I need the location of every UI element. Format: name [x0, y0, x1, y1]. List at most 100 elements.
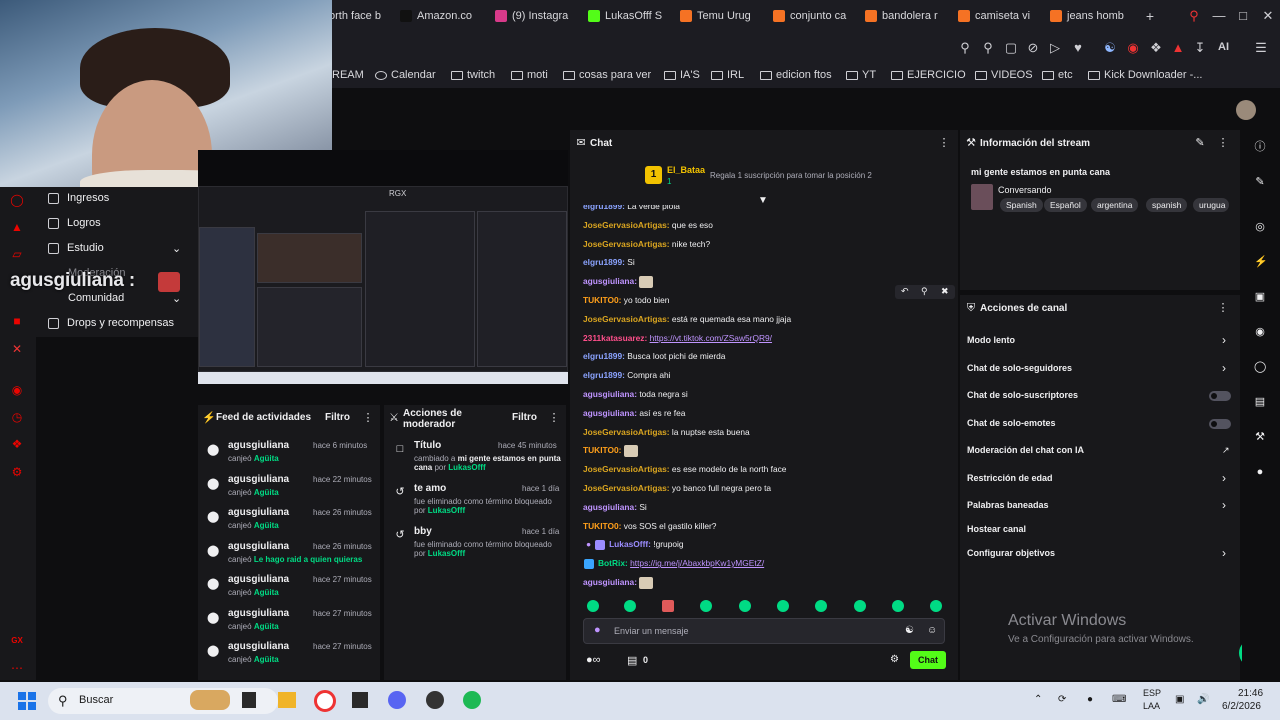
- task-view-icon[interactable]: [242, 692, 256, 708]
- zoom-icon[interactable]: ⚲: [958, 41, 972, 55]
- volume-icon[interactable]: 🔊: [1197, 694, 1209, 705]
- channel-action[interactable]: Chat de solo-suscriptores: [967, 390, 1078, 400]
- browser-tab[interactable]: Amazon.co: [400, 5, 482, 27]
- activity-filter-button[interactable]: Filtro: [325, 412, 350, 423]
- bookmark-item[interactable]: Calendar: [375, 69, 436, 81]
- ai-button[interactable]: AI: [1218, 41, 1229, 53]
- chat-link[interactable]: https://ig.me/j/AbaxkbpKw1yMGEtZ/: [630, 558, 764, 568]
- channel-action[interactable]: Modo lento: [967, 335, 1015, 345]
- toggle-switch[interactable]: [1209, 391, 1231, 401]
- stream-tag[interactable]: Español: [1044, 198, 1087, 212]
- translate-icon[interactable]: ☯: [905, 625, 914, 636]
- mod-user[interactable]: LukasOfff: [428, 549, 465, 558]
- keyboard-icon[interactable]: ⌨: [1112, 694, 1126, 705]
- stream-tag[interactable]: Spanish: [1000, 198, 1043, 212]
- chat-username[interactable]: JoseGervasioArtigas:: [583, 464, 670, 474]
- chat-username[interactable]: BotRix:: [598, 558, 628, 568]
- chevron-right-icon[interactable]: ›: [1222, 471, 1226, 485]
- users-icon[interactable]: ●: [1254, 466, 1266, 478]
- activity-user[interactable]: agusgiuliana: [228, 474, 289, 485]
- chevron-right-icon[interactable]: ›: [1222, 498, 1226, 512]
- emote-button[interactable]: [815, 600, 827, 612]
- rail-more-icon[interactable]: ⋯: [10, 661, 24, 675]
- search-icon[interactable]: ⚲: [1187, 9, 1201, 23]
- close-window-icon[interactable]: ✕: [1261, 9, 1275, 23]
- bookmark-item[interactable]: VIDEOS: [975, 69, 1033, 81]
- chat-username[interactable]: JoseGervasioArtigas:: [583, 427, 670, 437]
- rail-clock-icon[interactable]: ◷: [10, 410, 24, 424]
- bookmark-item[interactable]: EJERCICIO: [891, 69, 966, 81]
- users-icon[interactable]: ●∞: [586, 654, 601, 666]
- pin-icon[interactable]: ⚲: [981, 41, 995, 55]
- browser-tab[interactable]: LukasOfff S: [588, 5, 668, 27]
- more-icon[interactable]: ⋮: [1217, 302, 1229, 314]
- chat-username[interactable]: JoseGervasioArtigas:: [583, 239, 670, 249]
- channel-action[interactable]: Hostear canal: [967, 524, 1026, 534]
- bolt-icon[interactable]: ⚡: [1254, 256, 1268, 268]
- snapshot-icon[interactable]: ▢: [1004, 41, 1018, 55]
- bookmark-item[interactable]: twitch: [451, 69, 495, 81]
- layout-icon[interactable]: ▤: [1254, 396, 1266, 408]
- pinned-icon[interactable]: ▼: [758, 195, 768, 206]
- chat-username[interactable]: JoseGervasioArtigas:: [583, 483, 670, 493]
- chat-username[interactable]: agusgiuliana:: [583, 502, 637, 512]
- chat-link[interactable]: https://vt.tiktok.com/ZSaw5rQR9/: [650, 333, 772, 343]
- emote-button[interactable]: [854, 600, 866, 612]
- activity-user[interactable]: agusgiuliana: [228, 574, 289, 585]
- stream-tag[interactable]: urugua: [1193, 198, 1229, 212]
- category-name[interactable]: Conversando: [998, 185, 1052, 195]
- chat-username[interactable]: LukasOfff:: [609, 539, 651, 549]
- emote-button[interactable]: [930, 600, 942, 612]
- rail-home-icon[interactable]: ◯: [10, 193, 24, 207]
- activity-user[interactable]: agusgiuliana: [228, 541, 289, 552]
- nav-item[interactable]: Ingresos: [48, 192, 109, 204]
- chat-username[interactable]: agusgiuliana:: [583, 389, 637, 399]
- emote-button[interactable]: [777, 600, 789, 612]
- heart-icon[interactable]: ♥: [1071, 41, 1085, 55]
- mod-user[interactable]: LukasOfff: [448, 463, 485, 472]
- browser-tab[interactable]: jeans homb: [1050, 5, 1130, 27]
- maximize-icon[interactable]: □: [1236, 9, 1250, 23]
- language-variant[interactable]: LAA: [1143, 701, 1160, 711]
- channel-action[interactable]: Palabras baneadas: [967, 500, 1049, 510]
- stream-tag[interactable]: argentina: [1091, 198, 1139, 212]
- more-icon[interactable]: ⋮: [362, 412, 374, 424]
- chat-username[interactable]: agusgiuliana:: [583, 577, 637, 587]
- mod-filter-button[interactable]: Filtro: [512, 412, 537, 423]
- emote-button[interactable]: [587, 600, 599, 612]
- chevron-down-icon[interactable]: ⌄: [172, 292, 181, 305]
- notes-icon[interactable]: [352, 692, 368, 708]
- file-explorer-icon[interactable]: [278, 692, 296, 708]
- category-thumbnail[interactable]: [971, 184, 993, 210]
- discord-icon[interactable]: [388, 691, 406, 709]
- toggle-switch[interactable]: [1209, 419, 1231, 429]
- channel-action[interactable]: Restricción de edad: [967, 473, 1053, 483]
- stream-tag[interactable]: spanish: [1146, 198, 1188, 212]
- menu-icon[interactable]: ☰: [1254, 41, 1268, 55]
- chat-username[interactable]: elgru1899:: [583, 351, 625, 361]
- chat-bubble-icon[interactable]: ◉: [1254, 326, 1266, 338]
- send-button[interactable]: Chat: [910, 651, 946, 669]
- opera-icon[interactable]: ◉: [1126, 41, 1140, 55]
- bookmark-item[interactable]: cosas para ver: [563, 69, 651, 81]
- target-icon[interactable]: ◎: [1254, 221, 1266, 233]
- extensions-icon[interactable]: ❖: [1149, 41, 1163, 55]
- bookmark-item[interactable]: YT: [846, 69, 876, 81]
- clock-date[interactable]: 6/2/2026: [1222, 701, 1261, 712]
- emote-button[interactable]: [624, 600, 636, 612]
- windows-start-icon[interactable]: [18, 692, 36, 710]
- reply-icon[interactable]: ↶: [901, 286, 909, 297]
- chevron-right-icon[interactable]: ›: [1222, 333, 1226, 347]
- chevron-right-icon[interactable]: ›: [1222, 546, 1226, 560]
- emoji-icon[interactable]: ☺: [927, 625, 937, 636]
- nav-item[interactable]: Drops y recompensas: [48, 317, 174, 329]
- activity-user[interactable]: agusgiuliana: [228, 507, 289, 518]
- opera-gx-icon[interactable]: [314, 690, 336, 712]
- rail-settings-icon[interactable]: ⚙: [10, 465, 24, 479]
- activity-user[interactable]: agusgiuliana: [228, 440, 289, 451]
- rail-chart-icon[interactable]: ▱: [10, 247, 24, 261]
- delete-icon[interactable]: ✖: [941, 286, 949, 297]
- chat-username[interactable]: TUKITO0:: [583, 521, 621, 531]
- gift-cta[interactable]: Regala 1 suscripción para tomar la posic…: [710, 171, 872, 180]
- clock-time[interactable]: 21:46: [1238, 688, 1263, 699]
